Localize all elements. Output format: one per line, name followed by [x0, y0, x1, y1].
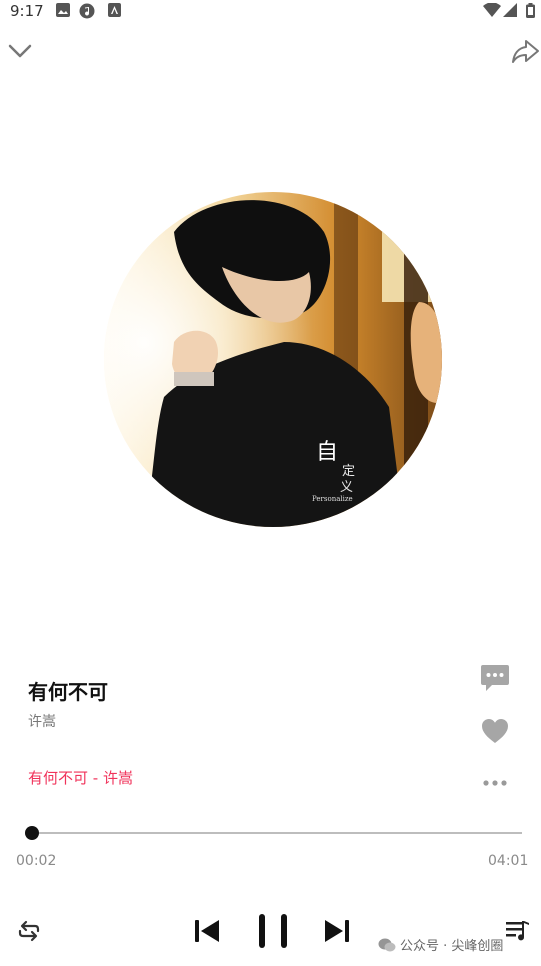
current-time: 00:02 — [16, 853, 57, 869]
play-pause-button[interactable] — [256, 911, 290, 951]
progress-track[interactable] — [28, 832, 522, 834]
signal-icon — [503, 3, 517, 17]
previous-button[interactable] — [192, 916, 222, 946]
album-cover-english: Personalize — [312, 495, 353, 503]
next-button[interactable] — [322, 916, 352, 946]
album-cover-title: 自 — [316, 440, 339, 465]
wifi-icon — [483, 3, 501, 17]
pause-icon — [259, 914, 287, 948]
more-icon — [483, 780, 507, 786]
album-cover: 自 定 义 Personalize — [104, 192, 442, 527]
watermark-text: 公众号 · 尖峰创圈 — [400, 939, 504, 954]
playlist-icon — [506, 921, 529, 941]
song-artist[interactable]: 许嵩 — [28, 711, 56, 731]
heart-icon — [482, 719, 508, 743]
battery-icon — [526, 3, 535, 18]
repeat-icon — [18, 920, 40, 942]
album-cover-photo — [104, 192, 442, 527]
music-app-icon — [79, 3, 95, 19]
more-button[interactable] — [479, 768, 511, 798]
previous-icon — [195, 920, 219, 942]
like-button[interactable] — [479, 716, 511, 746]
total-time: 04:01 — [488, 853, 529, 869]
image-icon — [56, 3, 70, 17]
status-time: 9:17 — [10, 2, 44, 20]
playlist-button[interactable] — [505, 918, 531, 944]
collapse-button[interactable] — [4, 36, 38, 68]
share-button[interactable] — [510, 36, 541, 68]
watermark: 公众号 · 尖峰创圈 — [378, 935, 503, 954]
repeat-button[interactable] — [17, 919, 41, 943]
comment-button[interactable] — [479, 663, 511, 693]
song-title: 有何不可 — [28, 680, 108, 704]
wechat-icon — [378, 938, 396, 951]
comment-icon — [481, 665, 509, 691]
album-cover-subtitle: 义 — [340, 480, 354, 495]
current-lyric[interactable]: 有何不可 - 许嵩 — [28, 767, 133, 788]
progress-thumb[interactable] — [25, 826, 39, 840]
app-notification-icon — [108, 3, 121, 17]
next-icon — [325, 920, 349, 942]
chevron-down-icon — [8, 44, 32, 58]
share-icon — [512, 40, 539, 63]
